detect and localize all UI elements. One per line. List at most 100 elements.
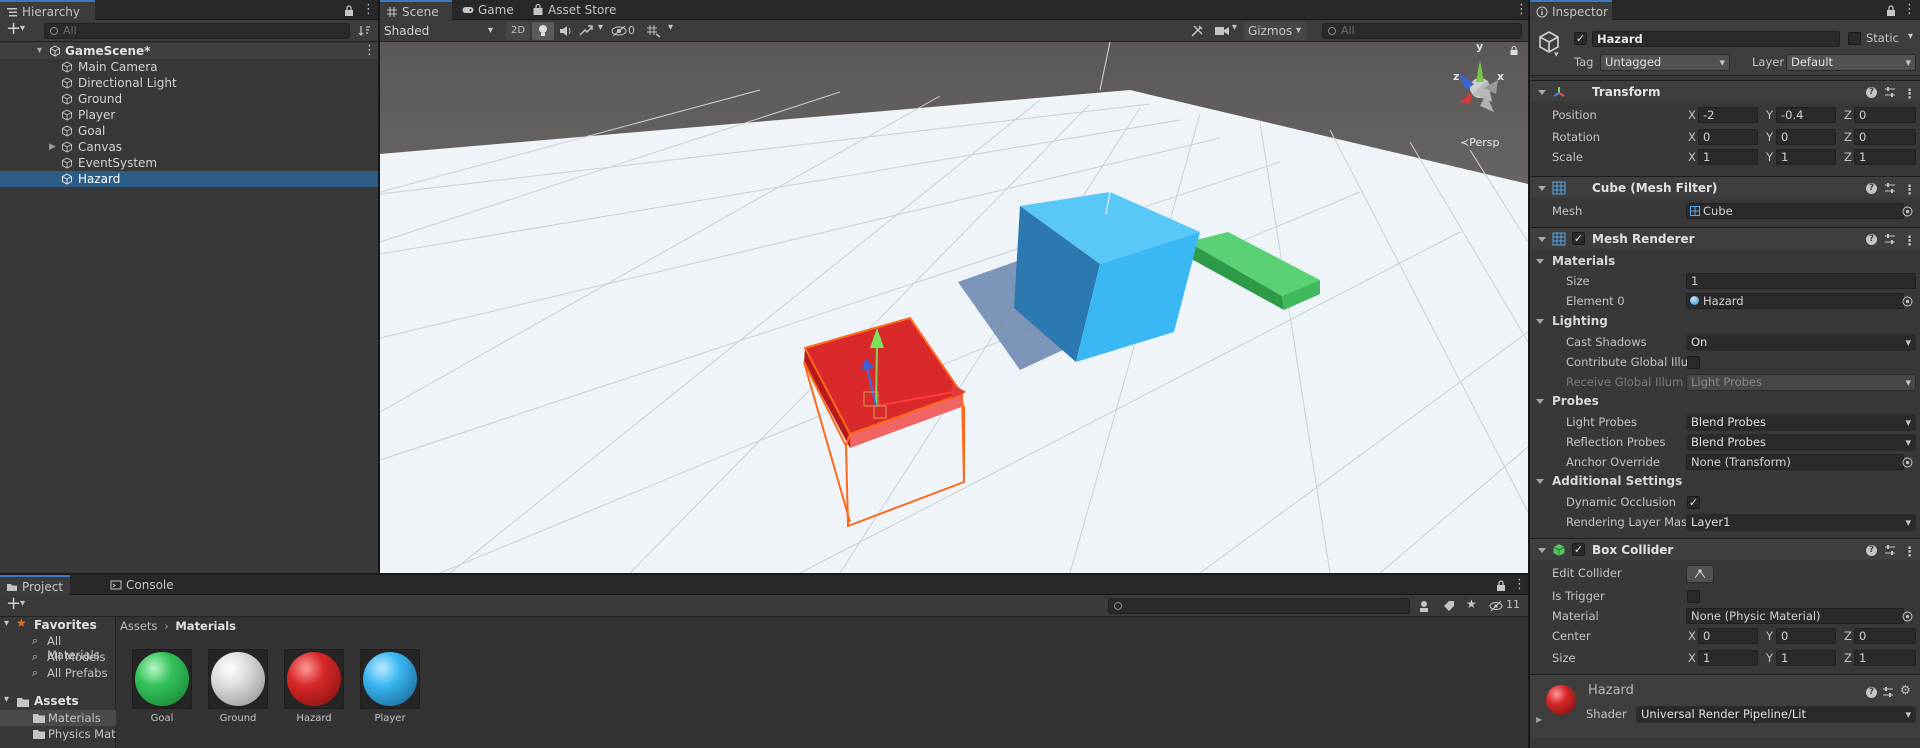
help-icon[interactable]: ? xyxy=(1866,87,1877,98)
project-menu-icon[interactable] xyxy=(1513,577,1526,592)
hierarchy-item-goal[interactable]: Goal xyxy=(0,123,378,139)
layer-dropdown[interactable]: Default xyxy=(1786,54,1916,71)
breadcrumb-current[interactable]: Materials xyxy=(175,619,236,633)
add-asset-button[interactable]: + xyxy=(6,593,21,614)
shader-dropdown[interactable]: Universal Render Pipeline/Lit xyxy=(1636,706,1916,723)
center-x-field[interactable]: 0 xyxy=(1698,628,1758,644)
preset-sliders-icon[interactable] xyxy=(1884,182,1896,194)
foldout-open-icon[interactable] xyxy=(1536,259,1544,264)
persp-toggle[interactable]: ≺Persp xyxy=(1460,136,1499,149)
tab-scene[interactable]: Scene xyxy=(380,0,452,20)
mode-2d-toggle[interactable]: 2D xyxy=(506,22,530,40)
object-picker-icon[interactable] xyxy=(1902,206,1913,217)
transform-header[interactable]: Transform ? xyxy=(1530,80,1920,106)
scene-viewport[interactable]: y z x ≺Persp xyxy=(380,42,1528,573)
tab-project[interactable]: Project xyxy=(0,575,70,595)
lock-icon[interactable] xyxy=(1496,580,1506,591)
mesh-renderer-enabled-checkbox[interactable]: ✓ xyxy=(1572,232,1585,245)
foldout-open-icon[interactable]: ▾ xyxy=(4,618,9,629)
lighting-toggle[interactable] xyxy=(532,22,554,40)
label-tag-icon[interactable] xyxy=(1442,599,1456,613)
dynamic-occlusion-checkbox[interactable]: ✓ xyxy=(1687,496,1700,509)
box-collider-enabled-checkbox[interactable]: ✓ xyxy=(1572,543,1585,556)
rotation-z-field[interactable]: 0 xyxy=(1854,129,1916,145)
rotation-y-field[interactable]: 0 xyxy=(1776,129,1836,145)
eye-slash-icon[interactable] xyxy=(1488,599,1504,613)
object-picker-icon[interactable] xyxy=(1902,457,1913,468)
tag-dropdown[interactable]: Untagged xyxy=(1600,54,1730,71)
tab-hierarchy[interactable]: Hierarchy xyxy=(0,0,95,20)
foldout-open-icon[interactable]: ▾ xyxy=(37,43,42,59)
folder-item-materials[interactable]: Materials xyxy=(0,710,116,726)
additional-settings-label[interactable]: Additional Settings xyxy=(1552,474,1682,488)
edit-collider-button[interactable] xyxy=(1686,565,1714,583)
component-menu-icon[interactable] xyxy=(1903,180,1916,202)
folder-item-label[interactable]: Physics Mat xyxy=(48,727,116,741)
foldout-open-icon[interactable] xyxy=(1536,319,1544,324)
mesh-object-field[interactable]: Cube xyxy=(1686,203,1904,219)
grid-dropdown-icon[interactable]: ▾ xyxy=(668,22,673,33)
rotation-x-field[interactable]: 0 xyxy=(1698,129,1758,145)
object-picker-icon[interactable] xyxy=(1902,611,1913,622)
effects-icon[interactable] xyxy=(578,24,594,38)
preset-sliders-icon[interactable] xyxy=(1884,233,1896,245)
favorites-label[interactable]: Favorites xyxy=(34,618,97,632)
position-z-field[interactable]: 0 xyxy=(1854,107,1916,123)
lighting-section-label[interactable]: Lighting xyxy=(1552,314,1608,328)
project-search-input[interactable] xyxy=(1108,598,1410,614)
mesh-renderer-header[interactable]: ✓ Mesh Renderer ? xyxy=(1530,227,1920,253)
favorite-item-label[interactable]: All Models xyxy=(47,650,105,664)
hierarchy-item-canvas[interactable]: ▶ Canvas xyxy=(0,139,378,155)
materials-section-label[interactable]: Materials xyxy=(1552,254,1615,268)
position-y-field[interactable]: -0.4 xyxy=(1776,107,1836,123)
visibility-toggle[interactable]: 0 xyxy=(610,22,642,40)
size-y-field[interactable]: 1 xyxy=(1776,650,1836,666)
component-menu-icon[interactable] xyxy=(1903,542,1916,564)
help-icon[interactable]: ? xyxy=(1866,183,1877,194)
collider-material-field[interactable]: None (Physic Material) xyxy=(1686,608,1904,624)
object-name-field[interactable]: Hazard xyxy=(1592,31,1840,47)
reflection-probes-dropdown[interactable]: Blend Probes xyxy=(1686,434,1916,451)
hierarchy-item-eventsystem[interactable]: EventSystem xyxy=(0,155,378,171)
tools-icon[interactable] xyxy=(1190,24,1204,38)
gizmos-dropdown[interactable]: Gizmos ▾ xyxy=(1244,22,1306,40)
favorite-item-label[interactable]: All Prefabs xyxy=(47,666,108,680)
anchor-override-field[interactable]: None (Transform) xyxy=(1686,454,1904,470)
scene-menu-icon[interactable] xyxy=(1515,2,1528,17)
breadcrumb-root[interactable]: Assets xyxy=(120,619,157,633)
probes-section-label[interactable]: Probes xyxy=(1552,394,1599,408)
help-icon[interactable]: ? xyxy=(1866,234,1877,245)
position-x-field[interactable]: -2 xyxy=(1698,107,1758,123)
hierarchy-menu-icon[interactable] xyxy=(362,2,375,17)
foldout-open-icon[interactable] xyxy=(1536,399,1544,404)
foldout-closed-icon[interactable]: ▶ xyxy=(49,139,56,155)
size-z-field[interactable]: 1 xyxy=(1854,650,1916,666)
center-y-field[interactable]: 0 xyxy=(1776,628,1836,644)
foldout-open-icon[interactable] xyxy=(1536,479,1544,484)
lock-icon[interactable] xyxy=(344,5,354,16)
gizmo-lock-icon[interactable] xyxy=(1510,46,1518,55)
light-probes-dropdown[interactable]: Blend Probes xyxy=(1686,414,1916,431)
tab-game[interactable]: Game xyxy=(456,0,522,20)
lock-icon[interactable] xyxy=(1886,5,1896,16)
contribute-gi-checkbox[interactable] xyxy=(1687,356,1700,369)
foldout-open-icon[interactable]: ▾ xyxy=(4,694,9,705)
size-x-field[interactable]: 1 xyxy=(1698,650,1758,666)
box-collider-header[interactable]: ✓ Box Collider ? xyxy=(1530,538,1920,564)
preset-sliders-icon[interactable] xyxy=(1884,86,1896,98)
scene-root-item[interactable]: ▾ GameScene* xyxy=(0,43,378,59)
add-dropdown-icon[interactable]: ▾ xyxy=(20,23,25,34)
assets-label[interactable]: Assets xyxy=(34,694,79,708)
hierarchy-item-player[interactable]: Player xyxy=(0,107,378,123)
icon-dropdown-icon[interactable]: ▾ xyxy=(1554,50,1559,60)
is-trigger-checkbox[interactable] xyxy=(1687,590,1700,603)
active-checkbox[interactable]: ✓ xyxy=(1574,32,1587,45)
favorite-star-icon[interactable]: ★ xyxy=(1466,597,1477,611)
gear-icon[interactable]: ⚙ xyxy=(1900,683,1911,697)
hierarchy-item-main-camera[interactable]: Main Camera xyxy=(0,59,378,75)
element0-object-field[interactable]: Hazard xyxy=(1686,293,1904,309)
tab-console[interactable]: Console xyxy=(104,575,174,595)
asset-tile-ground[interactable]: Ground xyxy=(206,647,268,733)
hierarchy-item-ground[interactable]: Ground xyxy=(0,91,378,107)
hierarchy-search-input[interactable]: All xyxy=(44,23,350,39)
